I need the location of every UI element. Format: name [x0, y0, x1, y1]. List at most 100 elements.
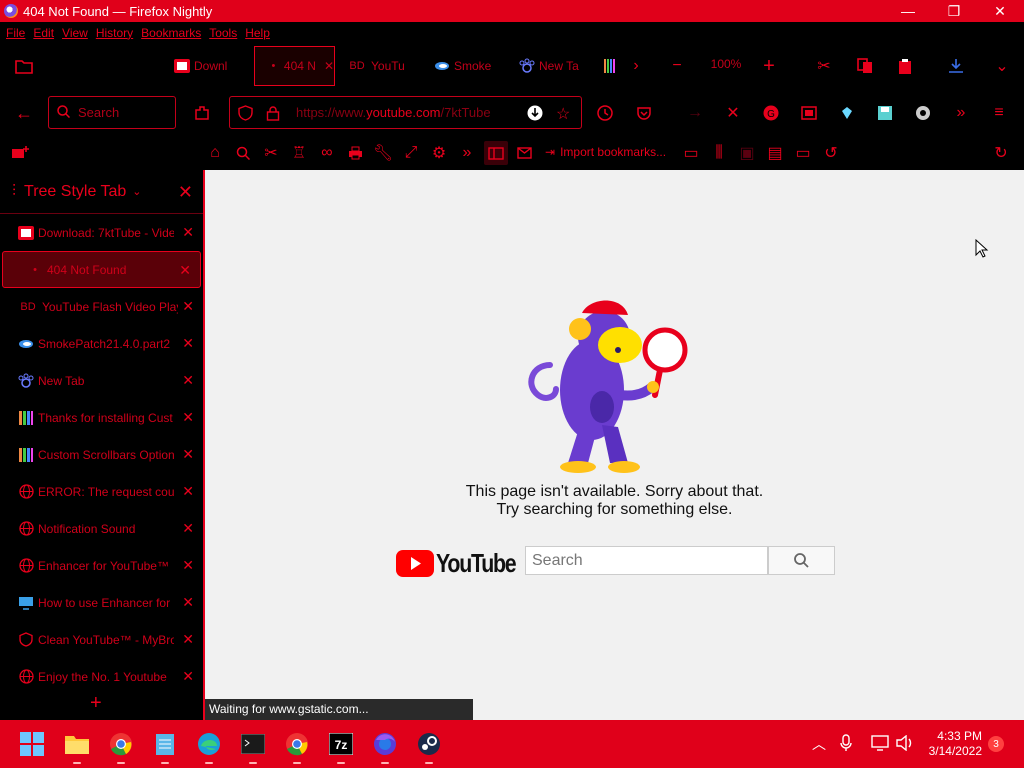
find-icon[interactable] — [231, 141, 255, 165]
bookmark-star-icon[interactable]: ☆ — [556, 104, 570, 124]
addon-reader-icon[interactable] — [797, 101, 821, 125]
menu-history[interactable]: History — [96, 26, 133, 40]
7zip-icon[interactable]: 7z — [327, 730, 355, 764]
close-tab-icon[interactable]: ✕ — [182, 631, 194, 648]
chrome-icon[interactable] — [107, 730, 135, 764]
tab-scrollbars[interactable] — [604, 46, 618, 86]
history-clock-icon[interactable] — [593, 101, 617, 125]
search-input[interactable]: Search — [48, 96, 176, 129]
close-tab-icon[interactable]: ✕ — [182, 594, 194, 611]
pocket-icon[interactable] — [632, 101, 656, 125]
close-tab-icon[interactable]: ✕ — [182, 335, 194, 352]
chrome-icon-2[interactable] — [283, 730, 311, 764]
close-tab-icon[interactable]: ✕ — [182, 520, 194, 537]
fullscreen-icon[interactable]: ⤢ — [399, 141, 423, 165]
window-icon[interactable]: ▭ — [679, 141, 703, 165]
sidebar-tab-youtube-flash[interactable]: BD YouTube Flash Video Play ✕ — [0, 288, 203, 325]
sidebar-tab-notification[interactable]: Notification Sound ✕ — [0, 510, 203, 547]
restore-session-icon[interactable]: ↺ — [819, 141, 843, 165]
sidebar-tab-enjoy[interactable]: Enjoy the No. 1 Youtube ✕ — [0, 658, 203, 695]
close-tab-icon[interactable]: ✕ — [324, 59, 334, 73]
file-explorer-icon[interactable] — [63, 730, 91, 764]
addon-g-icon[interactable]: G — [759, 101, 783, 125]
download-arrow-icon[interactable] — [527, 105, 543, 124]
steam-icon[interactable] — [415, 730, 443, 764]
system-clock[interactable]: 4:33 PM 3/14/2022 — [920, 729, 982, 759]
close-tab-icon[interactable]: ✕ — [182, 298, 194, 315]
private-mask-icon[interactable]: ∞ — [315, 141, 339, 165]
print-icon[interactable] — [343, 141, 367, 165]
download-icon[interactable] — [944, 54, 968, 78]
notepad-icon[interactable] — [151, 730, 179, 764]
firefox-nightly-taskbar-icon[interactable] — [371, 730, 399, 764]
mail-icon[interactable] — [512, 141, 536, 165]
synced-tabs-icon[interactable]: ▣ — [735, 141, 759, 165]
zoom-in-button[interactable]: + — [757, 54, 781, 78]
folder-icon[interactable] — [12, 54, 36, 78]
tab-new-tab[interactable]: New Ta — [519, 46, 583, 86]
tab-overview-icon[interactable]: ▭ — [791, 141, 815, 165]
close-tab-icon[interactable]: ✕ — [182, 446, 194, 463]
copy-icon[interactable] — [853, 54, 877, 78]
tab-404[interactable]: • 404 N ✕ — [254, 46, 335, 86]
volume-icon[interactable] — [896, 734, 914, 756]
wrench-icon[interactable]: 🔧︎ — [371, 141, 395, 165]
hamburger-menu-icon[interactable]: ≡ — [987, 101, 1011, 125]
developer-icon[interactable]: ♖ — [287, 141, 311, 165]
more-chevron-icon[interactable]: » — [455, 141, 479, 165]
close-tab-icon[interactable]: ✕ — [182, 409, 194, 426]
maximize-button[interactable]: ❐ — [931, 0, 977, 22]
sidebar-tab-download[interactable]: Download: 7ktTube - Vide ✕ — [0, 214, 203, 251]
menu-tools[interactable]: Tools — [209, 26, 237, 40]
sidebar-tab-scrollbars-options[interactable]: Custom Scrollbars Options ✕ — [0, 436, 203, 473]
youtube-search-button[interactable] — [768, 546, 835, 575]
sidebar-tab-enhancer[interactable]: Enhancer for YouTube™ ✕ — [0, 547, 203, 584]
forward-icon[interactable]: → — [683, 101, 707, 125]
scroll-tabs-right-icon[interactable]: › — [624, 54, 648, 78]
tray-chevron-icon[interactable]: ︿ — [812, 734, 826, 754]
close-tab-icon[interactable]: ✕ — [182, 483, 194, 500]
edge-icon[interactable] — [195, 730, 223, 764]
tab-youtube-flash[interactable]: BD YouTu — [347, 46, 427, 86]
zoom-out-button[interactable]: − — [665, 54, 689, 78]
close-tab-icon[interactable]: ✕ — [179, 262, 191, 279]
sidebar-new-tab-button[interactable]: + — [90, 692, 102, 715]
terminal-icon[interactable] — [239, 730, 267, 764]
url-bar[interactable]: https://www.youtube.com/7ktTube ☆ — [229, 96, 582, 129]
menu-edit[interactable]: Edit — [33, 26, 54, 40]
youtube-search-input[interactable]: Search — [525, 546, 768, 575]
list-all-tabs-icon[interactable]: ⌄ — [990, 54, 1014, 78]
sidebar-tab-error[interactable]: ERROR: The request coul ✕ — [0, 473, 203, 510]
shield-icon[interactable] — [238, 105, 253, 124]
menu-bookmarks[interactable]: Bookmarks — [141, 26, 201, 40]
settings-gear-icon[interactable]: ⚙ — [427, 141, 451, 165]
notification-badge[interactable]: 3 — [988, 736, 1004, 752]
sync-icon[interactable]: ↻ — [989, 141, 1013, 165]
home-icon[interactable]: ⌂ — [203, 141, 227, 165]
zoom-level[interactable]: 100% — [704, 52, 748, 76]
youtube-logo[interactable]: YouTube — [396, 548, 533, 579]
sidebar-tab-new-tab[interactable]: New Tab ✕ — [0, 362, 203, 399]
menu-view[interactable]: View — [62, 26, 88, 40]
close-tab-icon[interactable]: ✕ — [182, 224, 194, 241]
chevron-down-icon[interactable]: ⌄ — [132, 185, 141, 198]
back-icon[interactable]: ← — [12, 101, 36, 125]
sidebar-tab-how-to-use[interactable]: How to use Enhancer for ✕ — [0, 584, 203, 621]
sidebar-tab-thanks[interactable]: Thanks for installing Cust ✕ — [0, 399, 203, 436]
extension-puzzle-icon[interactable] — [190, 101, 214, 125]
overflow-chevron-icon[interactable]: » — [949, 101, 973, 125]
sidebar-toggle-icon[interactable] — [484, 141, 508, 165]
library-icon[interactable]: ⫼ — [707, 141, 731, 165]
minimize-button[interactable]: — — [885, 0, 931, 22]
sidebar-title[interactable]: Tree Style Tab — [24, 183, 126, 201]
import-bookmarks-button[interactable]: ⇥ Import bookmarks... — [545, 145, 666, 159]
sidebar-tab-smokepatch[interactable]: SmokePatch21.4.0.part2 ✕ — [0, 325, 203, 362]
sidebar-tab-404[interactable]: • 404 Not Found ✕ — [2, 251, 201, 288]
close-tab-icon[interactable]: ✕ — [182, 372, 194, 389]
close-window-button[interactable]: ✕ — [977, 0, 1023, 22]
cut-icon[interactable]: ✂ — [812, 54, 836, 78]
paste-icon[interactable] — [893, 54, 917, 78]
open-folder-icon[interactable]: ▤ — [763, 141, 787, 165]
addon-gem-icon[interactable] — [835, 101, 859, 125]
close-tab-icon[interactable]: ✕ — [182, 668, 194, 685]
